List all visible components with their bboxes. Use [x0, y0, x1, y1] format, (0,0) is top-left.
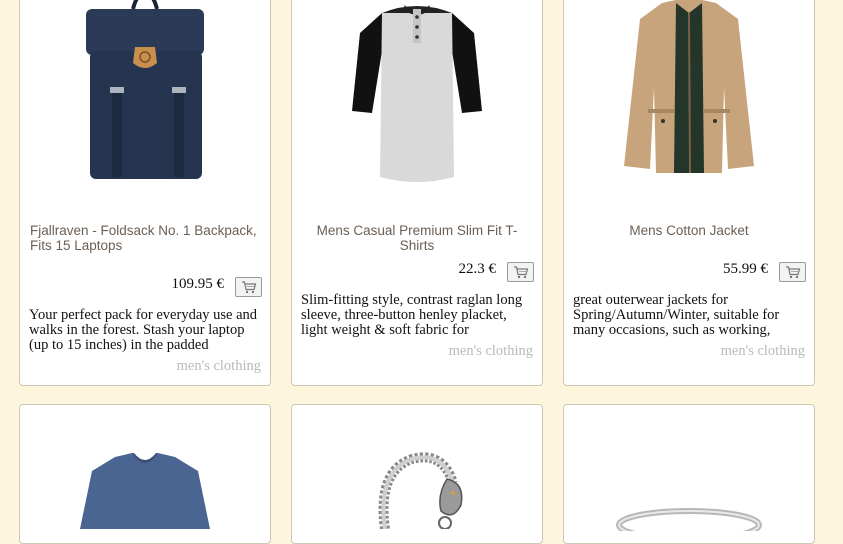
product-card[interactable]: Mens Cotton Jacket 55.99 € great outerwe…	[563, 0, 815, 386]
product-category[interactable]: men's clothing	[177, 358, 261, 375]
product-price: 22.3 €	[458, 261, 497, 277]
cart-icon	[785, 265, 800, 278]
product-image[interactable]	[292, 0, 542, 201]
product-card[interactable]: Mens Casual Premium Slim Fit T-Shirts 22…	[291, 0, 543, 386]
product-card[interactable]	[563, 404, 815, 544]
product-description: Slim-fitting style, contrast raglan long…	[301, 293, 523, 338]
cart-icon	[241, 280, 256, 293]
product-category[interactable]: men's clothing	[721, 343, 805, 360]
product-price: 109.95 €	[171, 276, 225, 292]
product-title[interactable]: Mens Casual Premium Slim Fit T-Shirts	[302, 223, 532, 253]
backpack-image	[86, 0, 204, 179]
product-title[interactable]: Mens Cotton Jacket	[574, 223, 804, 238]
product-description: great outerwear jackets for Spring/Autum…	[573, 293, 780, 338]
product-image[interactable]	[564, 0, 814, 201]
bracelet-image	[378, 452, 463, 529]
product-category[interactable]: men's clothing	[449, 343, 533, 360]
product-price: 55.99 €	[723, 261, 768, 277]
cart-icon	[513, 265, 528, 278]
sweater-image	[80, 453, 210, 529]
product-card[interactable]: Fjallraven - Foldsack No. 1 Backpack, Fi…	[19, 0, 271, 386]
add-to-cart-button[interactable]	[779, 262, 806, 282]
product-card[interactable]	[291, 404, 543, 544]
ring-image	[616, 508, 762, 531]
add-to-cart-button[interactable]	[507, 262, 534, 282]
product-image[interactable]	[20, 449, 270, 543]
product-image[interactable]	[564, 501, 814, 543]
product-image[interactable]	[292, 449, 542, 543]
product-description: Your perfect pack for everyday use and w…	[29, 308, 258, 353]
add-to-cart-button[interactable]	[235, 277, 262, 297]
jacket-image	[624, 0, 754, 174]
product-title[interactable]: Fjallraven - Foldsack No. 1 Backpack, Fi…	[30, 223, 260, 253]
product-card[interactable]	[19, 404, 271, 544]
product-image[interactable]	[20, 0, 270, 201]
tshirt-image	[352, 5, 482, 182]
